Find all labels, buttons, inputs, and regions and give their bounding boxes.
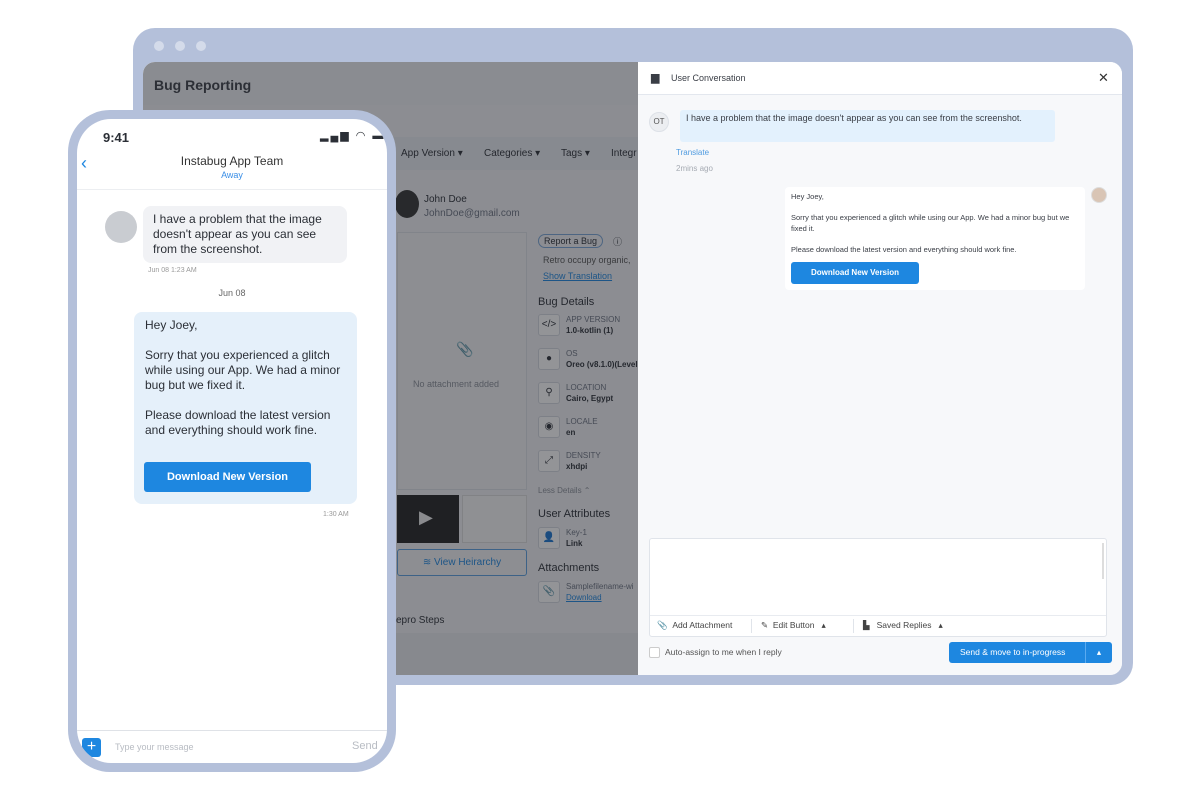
message-time: 2mins ago: [676, 164, 713, 173]
status-time: 9:41: [103, 130, 130, 145]
saved-replies-menu[interactable]: ▙ Saved Replies ▴: [863, 620, 943, 631]
user-avatar: [105, 211, 137, 243]
agent-reply: Hey Joey, Sorry that you experienced a g…: [134, 312, 357, 504]
translate-link[interactable]: Translate: [676, 148, 709, 157]
caret-up-icon[interactable]: ▴: [1085, 642, 1112, 663]
paperclip-icon: 📎: [657, 620, 670, 630]
caret-up-icon: ▴: [938, 620, 943, 630]
auto-assign-checkbox[interactable]: [649, 647, 660, 658]
download-new-version-button[interactable]: Download New Version: [791, 262, 919, 284]
phone-screen: 9:41 ▂▄▆ ◠ ▬ ‹ Instabug App Team Away I …: [77, 119, 387, 763]
reply-time: 1:30 AM: [323, 511, 349, 518]
send-button[interactable]: Send: [352, 740, 378, 752]
pencil-icon: ✎: [761, 620, 769, 630]
user-message: I have a problem that the image doesn't …: [680, 110, 1055, 142]
window-dot: [154, 41, 164, 51]
send-button[interactable]: Send & move to in-progress ▴: [949, 642, 1112, 663]
chat-title: Instabug App Team: [180, 154, 284, 168]
window-dot: [175, 41, 185, 51]
panel-title: User Conversation: [671, 73, 746, 83]
user-message: I have a problem that the image doesn't …: [143, 206, 347, 263]
auto-assign-label: Auto-assign to me when I reply: [665, 647, 782, 657]
reply-composer[interactable]: 📎 Add Attachment ✎ Edit Button ▴ ▙ Saved…: [649, 538, 1107, 637]
plus-icon[interactable]: +: [82, 738, 101, 757]
message-time: Jun 08 1:23 AM: [148, 267, 197, 274]
caret-up-icon: ▴: [821, 620, 826, 630]
date-divider: Jun 08: [218, 288, 246, 298]
add-attachment-button[interactable]: 📎 Add Attachment: [657, 620, 732, 631]
window-dot: [196, 41, 206, 51]
panel-header: ▆ User Conversation ✕: [638, 62, 1122, 95]
phone-mockup: 9:41 ▂▄▆ ◠ ▬ ‹ Instabug App Team Away I …: [68, 110, 396, 772]
chat-icon: ▆: [651, 72, 660, 84]
chat-status: Away: [221, 170, 243, 180]
agent-avatar: [1091, 187, 1107, 203]
status-icons: ▂▄▆ ◠ ▬: [320, 130, 386, 142]
saved-replies-icon: ▙: [863, 620, 870, 630]
close-icon[interactable]: ✕: [1098, 70, 1109, 86]
download-new-version-button[interactable]: Download New Version: [144, 462, 311, 492]
edit-button-menu[interactable]: ✎ Edit Button ▴: [761, 620, 826, 631]
message-input[interactable]: Type your message: [115, 742, 194, 752]
user-avatar: OT: [649, 112, 669, 132]
user-conversation-panel: ▆ User Conversation ✕ OT I have a proble…: [638, 62, 1122, 675]
scrollbar[interactable]: [1102, 543, 1104, 579]
agent-reply: Hey Joey, Sorry that you experienced a g…: [785, 187, 1085, 290]
